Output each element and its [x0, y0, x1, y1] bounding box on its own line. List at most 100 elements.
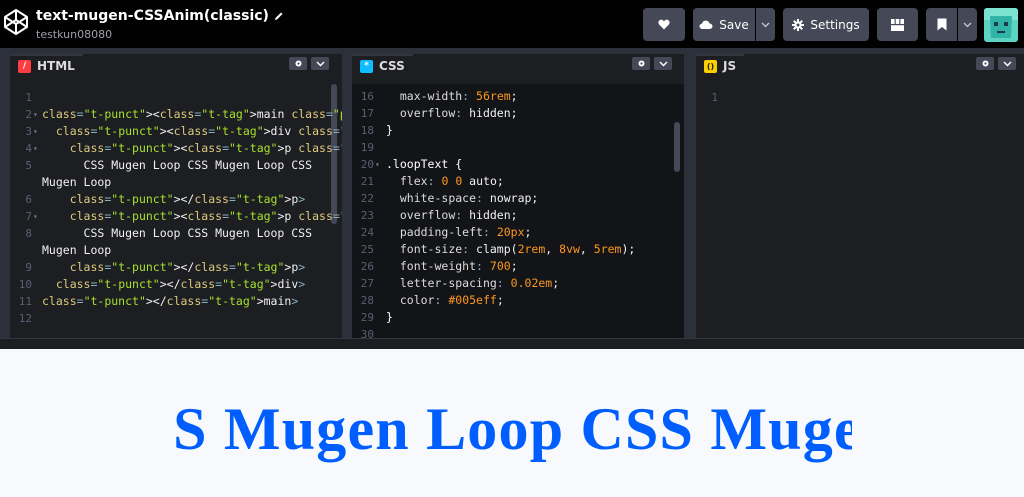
code-text: padding-left: 20px; [399, 225, 532, 239]
code-text: white-space: nowrap; [399, 191, 539, 205]
change-view-button[interactable] [877, 8, 918, 41]
css-lang-icon-glyph: * [364, 61, 369, 71]
line-number: 12 [18, 312, 32, 325]
code-text: class="t-punct"><class="t-tag">main clas… [42, 107, 342, 121]
pen-title-area: text-mugen-CSSAnim(classic) testkun08080 [36, 6, 284, 41]
fold-toggle-icon[interactable]: ▾ [33, 123, 38, 140]
html-code-line: 1 [10, 89, 342, 106]
chevron-down-icon [659, 61, 667, 66]
js-options-dropdown[interactable] [998, 57, 1016, 70]
fold-toggle-icon[interactable]: ▾ [33, 106, 38, 123]
line-number: 25 [360, 243, 374, 256]
html-pane-header: / HTML [10, 54, 342, 76]
line-number: 6 [25, 193, 32, 206]
html-editor-pane: / HTML 1 2 ▾ class="t-punct"><class="t-tag"… [10, 54, 342, 338]
css-options-dropdown[interactable] [654, 57, 672, 70]
line-number: 18 [360, 124, 374, 137]
html-code-line: Mugen Loop [10, 242, 342, 259]
code-text: color: #005eff; [399, 293, 504, 307]
css-pane-header: * CSS [352, 54, 684, 76]
line-number: 1 [25, 91, 32, 104]
css-lang-icon: * [360, 59, 373, 73]
html-settings-button[interactable] [289, 57, 307, 70]
preview-resize-handle[interactable] [0, 338, 1024, 349]
line-number: 4 [25, 142, 32, 155]
html-code-line: 2 ▾ class="t-punct"><class="t-tag">main cl… [10, 106, 342, 123]
fold-toggle-icon[interactable]: ▾ [33, 140, 38, 157]
html-code-line: 12 [10, 310, 342, 327]
html-options-dropdown[interactable] [311, 57, 329, 70]
css-settings-button[interactable] [632, 57, 650, 70]
code-text: flex: 0 0 auto; [399, 174, 504, 188]
code-text: class="t-punct"><class="t-tag">div class… [55, 124, 342, 138]
css-code-line: 29} [352, 309, 684, 326]
settings-button[interactable]: Settings [783, 8, 869, 41]
code-text: class="t-punct"><class="t-tag">p class="… [69, 141, 342, 155]
fold-toggle-icon[interactable]: ▾ [33, 208, 38, 225]
code-text: overflow: hidden; [399, 208, 518, 222]
html-code-line: 4 ▾ class="t-punct"><class="t-tag">p clas… [10, 140, 342, 157]
css-editor-pane: * CSS 16 max-width: 56rem; 17 overflow: h… [352, 54, 684, 338]
line-number: 9 [25, 261, 32, 274]
pen-title[interactable]: text-mugen-CSSAnim(classic) [36, 8, 269, 24]
line-number: 26 [360, 260, 374, 273]
css-code-line: 23 overflow: hidden; [352, 207, 684, 224]
css-code-line: 27 letter-spacing: 0.02em; [352, 275, 684, 292]
pencil-icon[interactable] [274, 11, 284, 21]
code-text: CSS Mugen Loop CSS Mugen Loop CSS [42, 226, 313, 240]
layout-grid-icon [891, 18, 904, 31]
line-number: 7 [25, 210, 32, 223]
save-button[interactable]: Save [693, 8, 755, 41]
js-code-editor[interactable]: 1 [696, 84, 1024, 338]
user-avatar[interactable] [984, 8, 1018, 42]
html-code-line: 3 ▾ class="t-punct"><class="t-tag">div cl… [10, 123, 342, 140]
heart-icon [658, 19, 670, 30]
css-pane-tab[interactable]: * CSS [352, 54, 413, 76]
html-code-line: 9 class="t-punct"></class="t-tag">p> [10, 259, 342, 276]
js-editor-pane: () JS 1 [696, 54, 1024, 338]
code-text: overflow: hidden; [399, 106, 518, 120]
js-lang-icon: () [704, 59, 717, 73]
bookmark-icon [937, 18, 946, 31]
html-pane-tab[interactable]: / HTML [10, 54, 83, 76]
line-number: 19 [360, 141, 374, 154]
line-number: 21 [360, 175, 374, 188]
code-text: Mugen Loop [42, 175, 112, 189]
settings-label: Settings [810, 17, 860, 32]
html-code-line: 11 class="t-punct"></class="t-tag">main> [10, 293, 342, 310]
code-text: .loopText { [386, 157, 463, 171]
js-code-line: 1 [696, 89, 1024, 106]
css-code-line: 19 [352, 139, 684, 156]
fold-toggle-icon[interactable]: ▾ [375, 156, 380, 173]
pen-author[interactable]: testkun08080 [36, 28, 284, 41]
code-text: CSS Mugen Loop CSS Mugen Loop CSS [42, 158, 313, 172]
css-code-line: 25 font-size: clamp(2rem, 8vw, 5rem); [352, 241, 684, 258]
code-text: class="t-punct"></class="t-tag">p> [69, 192, 306, 206]
line-number: 5 [25, 159, 32, 172]
css-code-line: 16 max-width: 56rem; [352, 88, 684, 105]
codepen-logo-icon[interactable] [3, 8, 29, 36]
css-code-editor[interactable]: 16 max-width: 56rem; 17 overflow: hidden;… [352, 84, 684, 338]
code-text: class="t-punct"></class="t-tag">div> [55, 277, 306, 291]
bookmark-dropdown-button[interactable] [958, 8, 977, 41]
css-pane-title: CSS [379, 59, 405, 73]
line-number: 1 [711, 91, 718, 104]
css-code-line: 22 white-space: nowrap; [352, 190, 684, 207]
love-button[interactable] [643, 8, 685, 41]
top-bar: text-mugen-CSSAnim(classic) testkun08080… [0, 0, 1024, 48]
loop-text: CSS Mugen Loop CSS Mugen Loop CSS Mugen … [170, 396, 852, 462]
gear-icon [792, 18, 805, 31]
line-number: 22 [360, 192, 374, 205]
html-code-editor[interactable]: 1 2 ▾ class="t-punct"><class="t-tag">main c… [10, 84, 342, 338]
gear-icon [295, 60, 301, 67]
chevron-down-icon [963, 22, 972, 27]
js-pane-tab[interactable]: () JS [696, 54, 745, 76]
js-settings-button[interactable] [976, 57, 994, 70]
html-code-line: 5 CSS Mugen Loop CSS Mugen Loop CSS [10, 157, 342, 174]
line-number: 10 [18, 278, 32, 291]
js-pane-header: () JS [696, 54, 1024, 76]
bookmark-button[interactable] [926, 8, 957, 41]
save-dropdown-button[interactable] [756, 8, 775, 41]
line-number: 24 [360, 226, 374, 239]
html-lang-icon: / [18, 59, 31, 73]
